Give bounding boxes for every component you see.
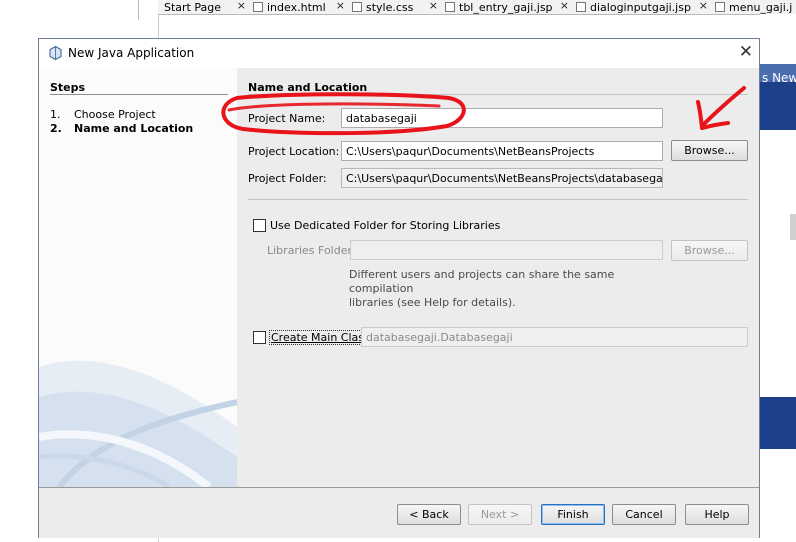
tab-label: dialoginputgaji.jsp (590, 0, 691, 14)
close-icon[interactable]: ✕ (739, 42, 753, 62)
start-page-scroll-thumb[interactable] (790, 214, 796, 240)
help-line: libraries (see Help for details). (349, 296, 516, 309)
step-number: 1. (50, 108, 61, 121)
browse-location-button[interactable]: Browse... (671, 140, 748, 161)
dialog-title: New Java Application (68, 46, 195, 60)
cancel-button[interactable]: Cancel (612, 504, 676, 525)
tab-menu-gaji[interactable]: menu_gaji.j (712, 0, 796, 14)
step-number: 2. (50, 122, 62, 135)
section-divider (248, 94, 748, 95)
create-main-class-checkbox[interactable] (253, 331, 266, 344)
tab-style-css[interactable]: style.css × (349, 0, 443, 14)
tab-tbl-entry-gaji[interactable]: tbl_entry_gaji.jsp × (442, 0, 574, 14)
step-choose-project: 1. Choose Project (50, 108, 156, 121)
project-name-field[interactable]: databasegaji (341, 108, 663, 128)
project-location-label: Project Location: (248, 145, 340, 158)
create-main-class-text: Create Main Class (271, 331, 370, 344)
libraries-help-text: Different users and projects can share t… (349, 268, 649, 310)
project-name-label: Project Name: (248, 112, 326, 125)
ide-panel-divider (138, 0, 139, 20)
new-java-application-dialog: New Java Application ✕ Steps 1. Choose Pr… (38, 38, 760, 538)
next-button: Next > (468, 504, 532, 525)
tab-close-icon[interactable]: × (336, 0, 345, 12)
tab-dialoginputgaji[interactable]: dialoginputgaji.jsp × (573, 0, 713, 14)
ide-start-page-background: s New (760, 14, 796, 542)
start-page-band (760, 82, 796, 130)
tab-label: style.css (366, 0, 414, 14)
jsp-file-icon (576, 2, 586, 12)
help-button[interactable]: Help (685, 504, 749, 525)
dedicated-folder-label[interactable]: Use Dedicated Folder for Storing Librari… (270, 219, 500, 232)
step-label: Choose Project (74, 108, 156, 121)
main-class-field: databasegaji.Databasegaji (361, 327, 748, 347)
create-main-class-label[interactable]: Create Main Class (269, 330, 372, 345)
step-name-and-location: 2. Name and Location (50, 122, 193, 135)
browse-libraries-button: Browse... (671, 240, 748, 261)
dialog-button-bar: < Back Next > Finish Cancel Help (39, 487, 759, 538)
tab-start-page[interactable]: Start Page × (158, 0, 251, 14)
steps-divider (50, 94, 228, 95)
java-cup-icon (49, 46, 62, 60)
back-button[interactable]: < Back (397, 504, 461, 525)
help-line: Different users and projects can share t… (349, 268, 615, 295)
tab-close-icon[interactable]: × (560, 0, 569, 12)
steps-heading: Steps (50, 81, 86, 94)
tab-label: tbl_entry_gaji.jsp (459, 0, 553, 14)
tab-close-icon[interactable]: × (699, 0, 708, 12)
finish-button[interactable]: Finish (541, 504, 605, 525)
jsp-file-icon (445, 2, 455, 12)
tab-index-html[interactable]: index.html × (250, 0, 350, 14)
project-location-field[interactable]: C:\Users\paqur\Documents\NetBeansProject… (341, 141, 663, 161)
project-folder-label: Project Folder: (248, 172, 327, 185)
section-title: Name and Location (248, 81, 368, 94)
wizard-swoosh-graphic (39, 360, 237, 487)
tab-label: index.html (267, 0, 326, 14)
html-file-icon (253, 2, 263, 12)
jsp-file-icon (715, 2, 725, 12)
step-label: Name and Location (74, 122, 194, 135)
tab-label: Start Page (164, 0, 221, 14)
dialog-titlebar[interactable]: New Java Application ✕ (39, 39, 759, 67)
tab-close-icon[interactable]: × (429, 0, 438, 12)
project-folder-field: C:\Users\paqur\Documents\NetBeansProject… (341, 168, 663, 188)
libraries-folder-field (350, 240, 663, 260)
steps-panel: Steps 1. Choose Project 2. Name and Locati… (39, 68, 237, 487)
tab-label: menu_gaji.j (729, 0, 793, 14)
css-file-icon (352, 2, 362, 12)
name-location-panel: Name and Location Project Name: database… (237, 68, 759, 487)
dedicated-folder-checkbox[interactable] (253, 219, 266, 232)
start-page-band-lower (760, 397, 796, 449)
options-divider (248, 199, 748, 200)
tab-close-icon[interactable]: × (237, 0, 246, 12)
libraries-folder-label: Libraries Folder: (267, 244, 356, 257)
editor-tab-strip: Start Page × index.html × style.css × tb… (158, 0, 796, 15)
